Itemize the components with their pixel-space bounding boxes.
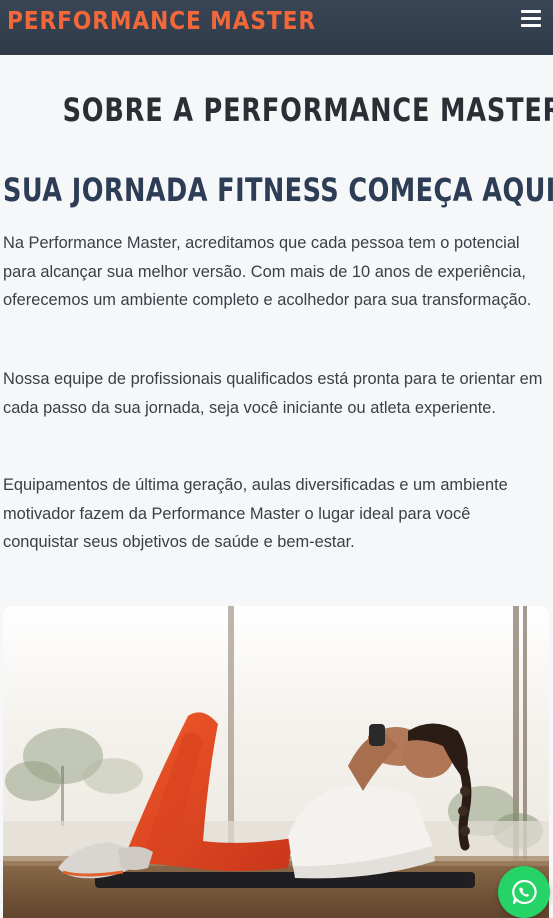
section-title: SUA JORNADA FITNESS COMEÇA AQUI: [3, 171, 553, 209]
hamburger-menu-icon[interactable]: [521, 9, 543, 27]
whatsapp-icon: [512, 879, 537, 905]
fitness-photo: [3, 606, 549, 918]
about-paragraph-2: Nossa equipe de profissionais qualificad…: [3, 370, 543, 417]
whatsapp-button[interactable]: [498, 866, 550, 918]
about-paragraph-3: Equipamentos de última geração, aulas di…: [3, 476, 508, 551]
menu-bar: [521, 10, 541, 13]
about-paragraph-1: Na Performance Master, acreditamos que c…: [3, 234, 532, 309]
menu-bar: [521, 17, 541, 20]
page-title: SOBRE A PERFORMANCE MASTER: [0, 90, 553, 130]
page-title-text: SOBRE A PERFORMANCE MASTER: [62, 91, 553, 129]
brand-logo-text[interactable]: PERFORMANCE MASTER: [7, 4, 316, 38]
woman-doing-crunches-illustration: [3, 606, 549, 918]
top-navbar: PERFORMANCE MASTER: [0, 0, 553, 55]
menu-bar: [521, 24, 541, 27]
